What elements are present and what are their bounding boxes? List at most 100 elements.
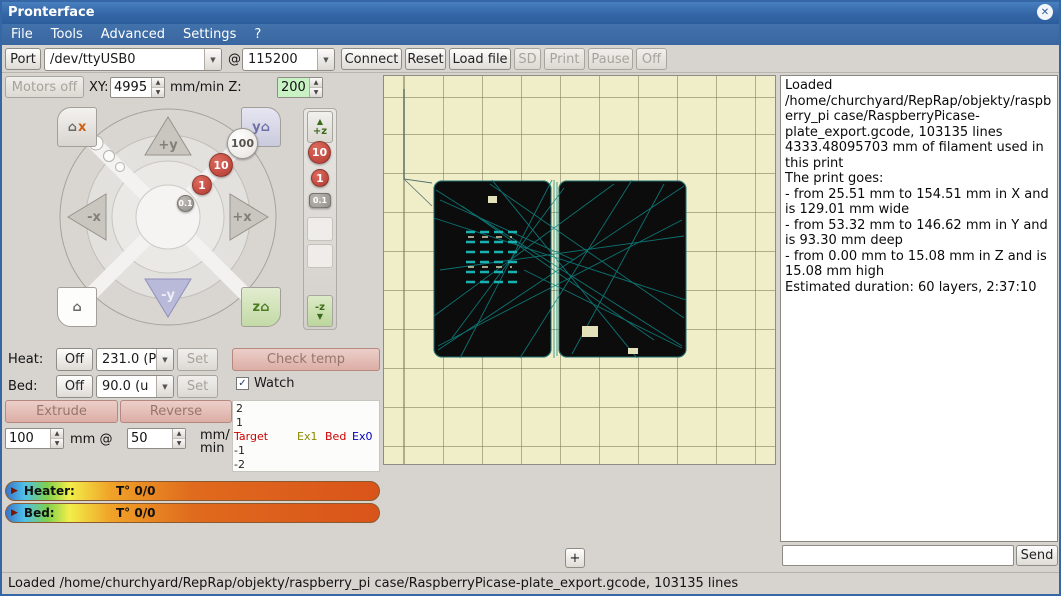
z-minus-button[interactable]: -z ▼ [307, 295, 333, 327]
home-x-label: x [78, 120, 86, 135]
extrude-length-spinner[interactable]: ▲ ▼ [5, 428, 64, 449]
spin-down-icon[interactable]: ▼ [173, 439, 185, 448]
watch-checkbox[interactable]: ✓ Watch [236, 376, 294, 391]
extrude-button[interactable]: Extrude [5, 400, 118, 423]
status-bar: Loaded /home/churchyard/RepRap/objekty/r… [2, 572, 1059, 594]
reset-button[interactable]: Reset [405, 48, 446, 70]
chevron-down-icon[interactable]: ▼ [156, 349, 173, 370]
gauge-marker-icon: ▶ [11, 508, 18, 518]
chevron-down-icon[interactable]: ▼ [317, 49, 334, 70]
z-step-1-badge[interactable]: 1 [311, 169, 329, 187]
home-x-button[interactable]: ⌂x [57, 107, 97, 147]
bed-gauge-value: T° 0/0 [116, 506, 155, 520]
graph-legend-bed: Bed [325, 430, 346, 443]
home-z-label: z [253, 300, 261, 315]
jog-plus-y-label: +y [158, 138, 178, 153]
heat-label: Heat: [8, 352, 43, 367]
print-button[interactable]: Print [544, 48, 585, 70]
graph-tick: 2 [236, 402, 243, 415]
menu-tools[interactable]: Tools [42, 25, 92, 44]
pause-button[interactable]: Pause [588, 48, 633, 70]
z-feed-input[interactable] [278, 78, 309, 97]
home-all-button[interactable]: ⌂ [57, 287, 97, 327]
heat-temp-select[interactable]: 231.0 (P ▼ [96, 348, 174, 371]
sd-button[interactable]: SD [514, 48, 541, 70]
spin-up-icon[interactable]: ▲ [51, 429, 63, 439]
xy-feed-spinner[interactable]: ▲ ▼ [110, 77, 165, 98]
extrude-speed-spinner[interactable]: ▲ ▼ [127, 428, 186, 449]
spin-down-icon[interactable]: ▼ [152, 88, 164, 97]
gcode-command-input[interactable] [782, 545, 1014, 566]
jog-step-dot[interactable] [116, 163, 125, 172]
send-button[interactable]: Send [1016, 545, 1058, 566]
z-step-0-1-badge[interactable]: 0.1 [309, 193, 331, 208]
graph-legend-ex1: Ex1 [297, 430, 317, 443]
spin-up-icon[interactable]: ▲ [173, 429, 185, 439]
xy-step-0-1-badge[interactable]: 0.1 [177, 195, 194, 212]
window-title: Pronterface [8, 5, 95, 20]
jog-center[interactable] [136, 185, 200, 249]
log-output[interactable]: Loaded /home/churchyard/RepRap/objekty/r… [780, 75, 1058, 542]
jog-minus-x-label: -x [87, 210, 101, 225]
jog-minus-y-label: -y [161, 288, 175, 303]
arrow-down-icon: ▼ [317, 313, 323, 321]
chevron-down-icon[interactable]: ▼ [204, 49, 221, 70]
off-button[interactable]: Off [636, 48, 667, 70]
menu-file[interactable]: File [2, 25, 42, 44]
at-label: @ [228, 52, 241, 67]
graph-tick: -2 [234, 458, 245, 471]
bed-off-button[interactable]: Off [56, 375, 93, 398]
check-temp-button[interactable]: Check temp [232, 348, 380, 371]
xy-step-1-badge[interactable]: 1 [192, 175, 212, 195]
zoom-in-button[interactable]: + [565, 548, 585, 568]
checkbox-box: ✓ [236, 377, 249, 390]
spin-buttons: ▲ ▼ [309, 78, 322, 97]
z-plus-button[interactable]: ▲ +z [307, 111, 333, 143]
close-button[interactable]: ✕ [1037, 4, 1053, 20]
bed-label: Bed: [8, 379, 38, 394]
z-step-cell[interactable] [307, 217, 333, 241]
menu-settings[interactable]: Settings [174, 25, 245, 44]
left-plate [434, 181, 551, 357]
home-icon: ⌂ [261, 120, 270, 135]
reverse-button[interactable]: Reverse [120, 400, 232, 423]
extrude-speed-input[interactable] [128, 429, 172, 448]
extrude-length-input[interactable] [6, 429, 50, 448]
xy-step-10-badge[interactable]: 10 [209, 153, 233, 177]
spin-up-icon[interactable]: ▲ [310, 78, 322, 88]
home-z-button[interactable]: z⌂ [241, 287, 281, 327]
port-button[interactable]: Port [5, 48, 41, 70]
bed-set-button[interactable]: Set [177, 375, 218, 398]
jog-plus-x-label: +x [232, 210, 252, 225]
xy-step-100-badge[interactable]: 100 [227, 128, 258, 159]
connection-toolbar: Port /dev/ttyUSB0 ▼ @ 115200 ▼ Connect R… [0, 45, 1061, 73]
baud-select[interactable]: 115200 ▼ [242, 48, 335, 71]
menu-help[interactable]: ? [245, 25, 270, 44]
port-select[interactable]: /dev/ttyUSB0 ▼ [44, 48, 222, 71]
bed-gauge: ▶ Bed: T° 0/0 [5, 503, 380, 523]
spin-buttons: ▲ ▼ [151, 78, 164, 97]
load-file-button[interactable]: Load file [449, 48, 511, 70]
heater-gauge-label: Heater: [24, 484, 75, 498]
z-plus-label: +z [313, 126, 327, 137]
z-feed-spinner[interactable]: ▲ ▼ [277, 77, 323, 98]
jog-step-dot[interactable] [104, 151, 115, 162]
gcode-viewer[interactable] [383, 75, 776, 465]
spin-down-icon[interactable]: ▼ [310, 88, 322, 97]
z-step-10-badge[interactable]: 10 [308, 141, 331, 164]
arrow-up-icon: ▲ [317, 118, 323, 126]
heat-off-button[interactable]: Off [56, 348, 93, 371]
heat-set-button[interactable]: Set [177, 348, 218, 371]
bed-temp-select[interactable]: 90.0 (u ▼ [96, 375, 174, 398]
spin-down-icon[interactable]: ▼ [51, 439, 63, 448]
connect-button[interactable]: Connect [341, 48, 402, 70]
motors-off-button[interactable]: Motors off [5, 76, 84, 98]
watch-label: Watch [254, 376, 294, 391]
spin-up-icon[interactable]: ▲ [152, 78, 164, 88]
z-step-cell[interactable] [307, 244, 333, 268]
xy-feed-input[interactable] [111, 78, 151, 97]
spin-buttons: ▲ ▼ [50, 429, 63, 448]
heater-gauge: ▶ Heater: T° 0/0 [5, 481, 380, 501]
menu-advanced[interactable]: Advanced [92, 25, 174, 44]
chevron-down-icon[interactable]: ▼ [156, 376, 173, 397]
